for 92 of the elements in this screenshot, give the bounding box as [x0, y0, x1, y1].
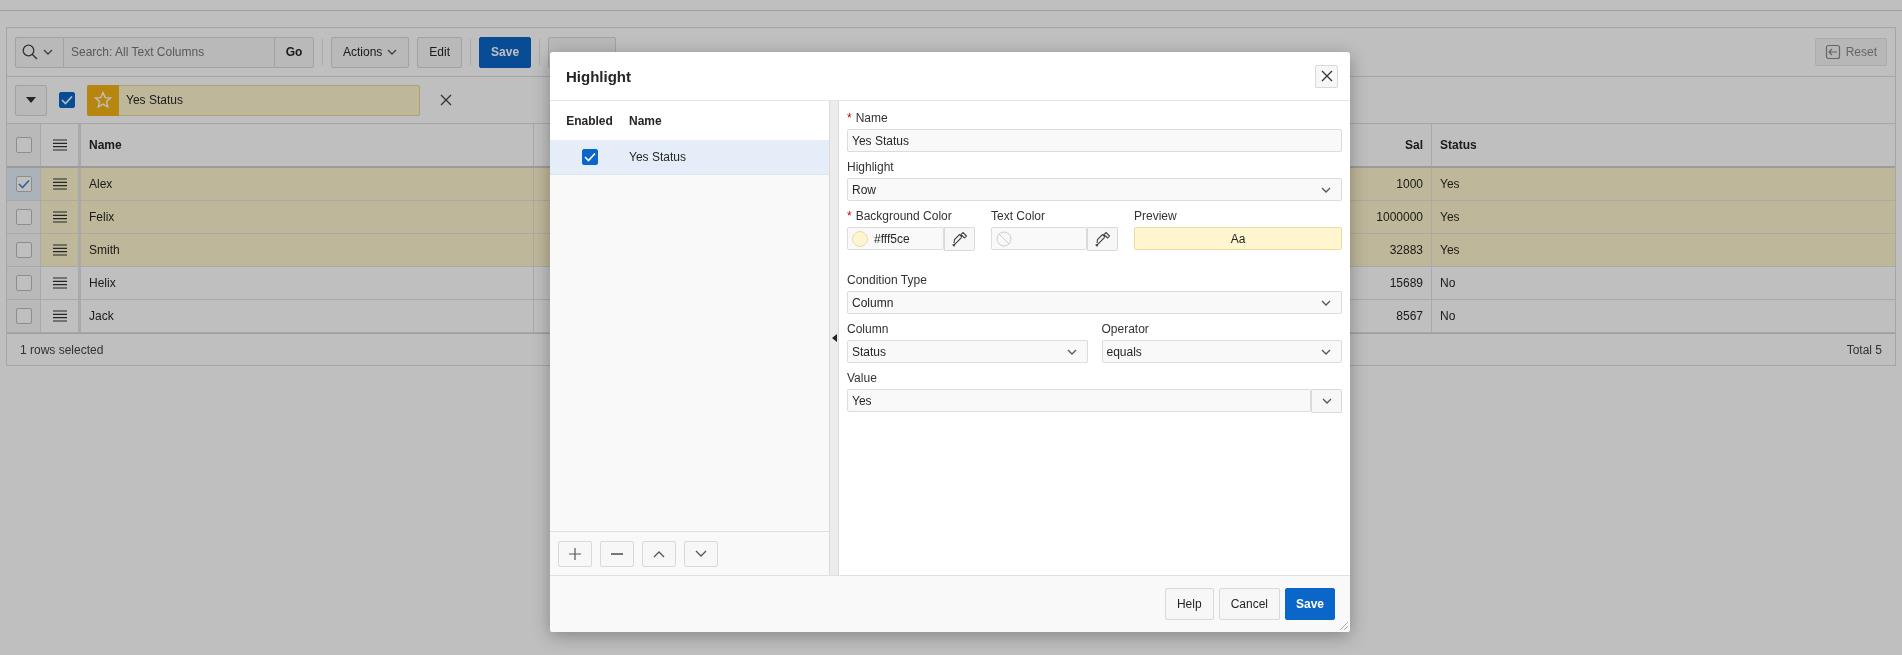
field-label: Highlight [847, 160, 894, 174]
search-field[interactable]: Search: All Text Columns [64, 36, 274, 68]
table-cell: Jack [81, 300, 534, 332]
caret-left-icon [831, 334, 837, 342]
table-cell-text: Yes [1439, 209, 1461, 226]
table-cell: Felix [81, 201, 534, 233]
checkbox[interactable] [15, 209, 32, 225]
toolbar-button[interactable]: Edit [417, 36, 463, 68]
save-button[interactable]: Save [479, 36, 532, 68]
lines-icon [52, 310, 67, 322]
resize-grip-icon [1340, 622, 1348, 630]
collapse-button[interactable] [15, 84, 47, 116]
close-icon [440, 94, 452, 106]
search-icon [22, 44, 38, 60]
table-cell-text: Yes [1439, 176, 1461, 193]
column-header: Enabled [565, 113, 614, 128]
field-label: Background Color [855, 209, 952, 223]
filter-chip[interactable]: Yes Status [87, 84, 420, 116]
field-label: Condition Type [847, 273, 927, 287]
checkbox[interactable] [59, 92, 75, 108]
plus-icon [569, 547, 581, 560]
toolbar-button[interactable] [642, 540, 676, 567]
select-field[interactable]: equals [1101, 340, 1342, 363]
combo-field[interactable]: Yes [847, 389, 1311, 412]
checkbox[interactable] [15, 137, 32, 153]
lines-icon [52, 139, 67, 151]
column-header[interactable]: Status [1432, 124, 1895, 166]
caret-down-icon [26, 97, 36, 103]
close-button[interactable] [1315, 64, 1338, 88]
field-label: Preview [1134, 209, 1177, 223]
dialog-button[interactable]: Help [1164, 588, 1214, 620]
color-field[interactable] [991, 227, 1087, 250]
checkbox[interactable] [581, 149, 598, 165]
column-header: Name [629, 113, 662, 128]
text-field[interactable]: Yes Status [847, 129, 1342, 152]
dialog-title: Highlight [566, 67, 631, 85]
filter-label: Yes Status [125, 93, 183, 107]
chevron-down-icon [1321, 398, 1332, 404]
chevron-down-icon [387, 49, 398, 55]
eyedropper-icon [1094, 231, 1111, 247]
color-picker-button[interactable] [1087, 227, 1118, 251]
field-label: Operator [1101, 322, 1149, 336]
dropdown-button[interactable] [1311, 389, 1342, 413]
table-cell-text: Yes [1439, 242, 1461, 259]
required-mark: * [847, 111, 852, 125]
selection-count: 1 rows selected [20, 342, 104, 357]
table-cell: Helix [81, 267, 534, 299]
checkbox[interactable] [15, 308, 32, 324]
toolbar-button[interactable] [684, 540, 718, 567]
reset-icon [1824, 44, 1841, 60]
lines-icon [52, 277, 67, 289]
required-mark: * [847, 209, 852, 223]
color-picker-button[interactable] [944, 227, 975, 251]
select-field[interactable]: Column [847, 291, 1342, 314]
checkbox[interactable] [15, 242, 32, 258]
splitter-handle[interactable] [829, 101, 839, 575]
toolbar-button[interactable] [600, 540, 634, 567]
select-field[interactable]: Row [847, 178, 1342, 201]
table-cell: Alex [81, 168, 534, 200]
eyedropper-icon [951, 231, 968, 247]
table-cell-text: No [1439, 308, 1457, 325]
select-field[interactable]: Status [847, 340, 1088, 363]
checkbox[interactable] [15, 275, 32, 291]
actions-menu-button[interactable]: Actions [331, 36, 410, 68]
star-icon [94, 91, 112, 109]
chevron-down-icon [1321, 348, 1331, 355]
chevron-down-icon [1066, 348, 1077, 355]
lines-icon [52, 244, 67, 256]
toolbar-button[interactable] [558, 540, 592, 567]
table-cell-text: No [1439, 275, 1457, 292]
lines-icon [52, 178, 67, 190]
no-color-icon [996, 230, 1012, 247]
color-field[interactable]: #fff5ce [847, 227, 944, 250]
dialog-button[interactable]: Cancel [1218, 588, 1280, 620]
column-header[interactable]: Name [81, 124, 534, 166]
chevron-down-icon [1321, 299, 1331, 306]
field-label: Text Color [991, 209, 1046, 223]
field-label: Value [847, 371, 877, 385]
checkbox[interactable] [15, 176, 32, 192]
go-button[interactable]: Go [274, 36, 314, 68]
preview-box: Aa [1134, 227, 1342, 250]
table-cell: Smith [81, 234, 534, 266]
close-icon [1320, 70, 1333, 82]
field-label: Column [847, 322, 889, 336]
search-menu-button[interactable] [15, 36, 64, 68]
field-label: Name [855, 111, 888, 125]
lines-icon [52, 211, 67, 223]
chevron-down-icon [1321, 186, 1331, 193]
save-button[interactable]: Save [1285, 588, 1335, 620]
list-item[interactable]: Yes Status [550, 140, 829, 175]
chevron-down-icon [43, 49, 53, 55]
total-count: Total 5 [1846, 342, 1882, 357]
